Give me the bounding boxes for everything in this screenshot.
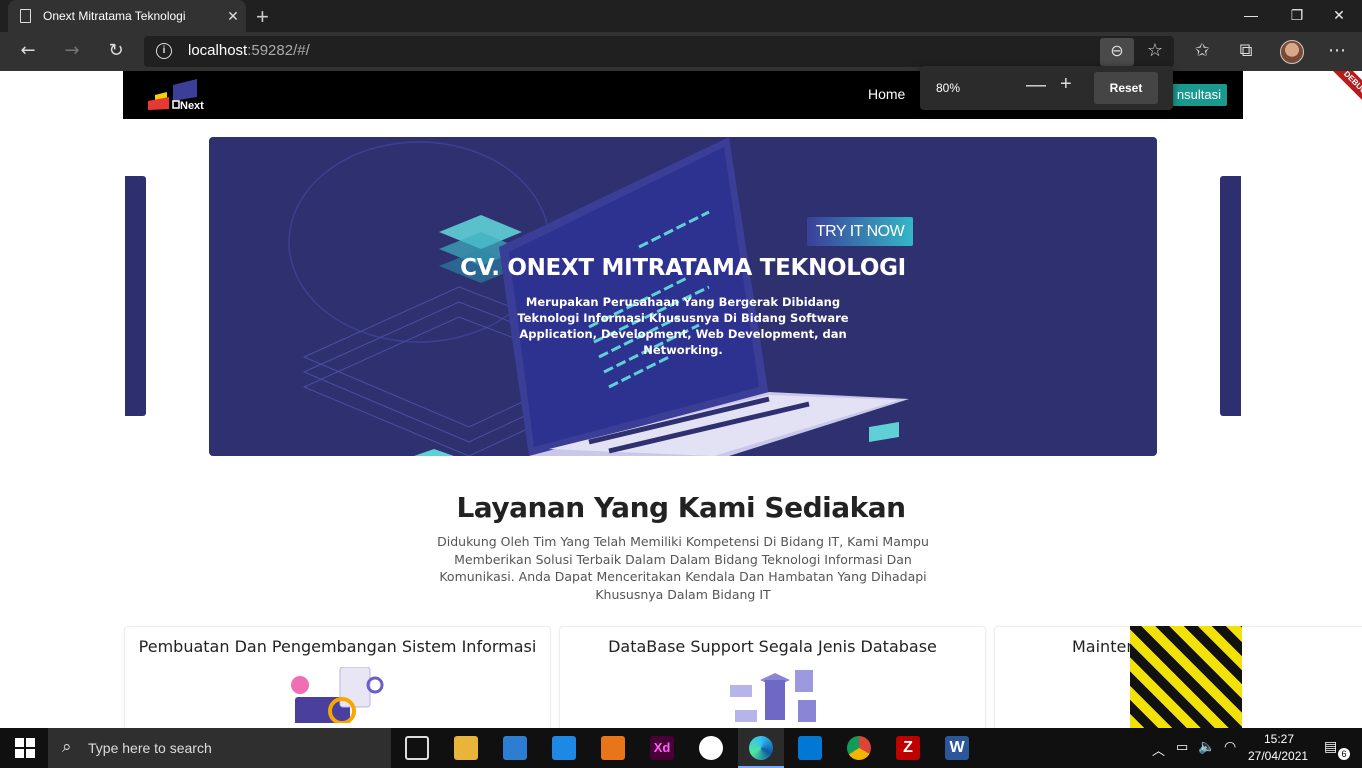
service-card-title: Pembuatan Dan Pengembangan Sistem Inform… bbox=[138, 637, 537, 656]
chrome-icon[interactable] bbox=[847, 736, 871, 760]
carousel-next-slide[interactable] bbox=[1220, 176, 1241, 416]
restore-button[interactable]: ❐ bbox=[1274, 0, 1320, 32]
file-explorer-icon[interactable] bbox=[454, 736, 478, 760]
tab-close-icon[interactable]: ✕ bbox=[220, 8, 246, 25]
nav-home-link[interactable]: Home bbox=[868, 86, 905, 102]
carousel-prev-slide[interactable] bbox=[125, 176, 146, 416]
tab-title: Onext Mitratama Teknologi bbox=[43, 9, 186, 23]
back-button[interactable]: ← bbox=[13, 36, 43, 66]
collections-icon[interactable]: ⧉ bbox=[1231, 36, 1261, 66]
close-window-button[interactable]: ✕ bbox=[1316, 0, 1362, 32]
taskbar: ⌕ Type here to search Xd Z W ︿ ▭ 🔈 ◠ 15:… bbox=[0, 728, 1362, 768]
word-icon[interactable]: W bbox=[945, 736, 969, 760]
new-tab-button[interactable]: + bbox=[256, 4, 269, 30]
add-favorite-icon[interactable]: ☆ bbox=[1140, 36, 1170, 66]
services-description: Didukung Oleh Tim Yang Telah Memiliki Ko… bbox=[437, 534, 929, 602]
address-bar[interactable]: i localhost:59282/#/ bbox=[144, 36, 1174, 67]
xampp-icon[interactable] bbox=[601, 736, 625, 760]
clock-date[interactable]: 27/04/2021 bbox=[1248, 749, 1308, 763]
edge-taskbar-active[interactable] bbox=[738, 728, 784, 768]
adobe-xd-icon[interactable]: Xd bbox=[650, 736, 674, 760]
hero-subtitle: Merupakan Perusahaan Yang Bergerak Dibid… bbox=[517, 295, 849, 357]
hazard-stripe-overlay bbox=[1130, 626, 1242, 728]
web-page: Next Home nsultasi DEBUG TRY IT NOW CV. … bbox=[0, 71, 1362, 728]
service-card-title: DataBase Support Segala Jenis Database bbox=[608, 637, 937, 656]
hero-title: CV. ONEXT MITRATAMA TEKNOLOGI bbox=[460, 255, 906, 281]
url-text: localhost:59282/#/ bbox=[188, 42, 310, 59]
mail-icon[interactable] bbox=[552, 736, 576, 760]
try-it-now-button[interactable]: TRY IT NOW bbox=[807, 217, 913, 246]
zoom-level: 80% bbox=[936, 81, 961, 95]
site-logo[interactable]: Next bbox=[147, 79, 217, 113]
app-icon[interactable] bbox=[699, 736, 723, 760]
favorites-icon[interactable]: ✩ bbox=[1187, 36, 1217, 66]
clock-time[interactable]: 15:27 bbox=[1264, 732, 1294, 746]
minimize-button[interactable]: — bbox=[1228, 0, 1274, 32]
forward-button[interactable]: → bbox=[57, 36, 87, 66]
taskbar-search[interactable]: ⌕ Type here to search bbox=[48, 728, 391, 768]
search-placeholder: Type here to search bbox=[88, 740, 212, 756]
tray-chevron-icon[interactable]: ︿ bbox=[1152, 740, 1165, 759]
browser-tab[interactable]: Onext Mitratama Teknologi ✕ bbox=[8, 0, 246, 32]
edge-icon bbox=[749, 736, 773, 760]
battery-icon[interactable]: ▭ bbox=[1176, 739, 1188, 755]
hero-banner: TRY IT NOW CV. ONEXT MITRATAMA TEKNOLOGI… bbox=[209, 137, 1157, 456]
search-icon: ⌕ bbox=[62, 737, 72, 756]
database-illustration bbox=[730, 670, 816, 722]
notification-count: 6 bbox=[1338, 748, 1350, 760]
system-info-illustration bbox=[291, 667, 384, 723]
services-title: Layanan Yang Kami Sediakan bbox=[456, 491, 906, 524]
volume-icon[interactable]: 🔈 bbox=[1198, 738, 1215, 755]
zoom-reset-button[interactable]: Reset bbox=[1094, 72, 1158, 104]
profile-avatar[interactable] bbox=[1280, 40, 1304, 64]
wifi-icon[interactable]: ◠ bbox=[1224, 738, 1236, 755]
service-card[interactable]: DataBase Support Segala Jenis Database bbox=[559, 626, 986, 728]
service-card[interactable]: Pembuatan Dan Pengembangan Sistem Inform… bbox=[124, 626, 551, 728]
windows-start-icon[interactable] bbox=[15, 738, 35, 758]
browser-titlebar: Onext Mitratama Teknologi ✕ + — ❐ ✕ bbox=[0, 0, 1362, 32]
page-icon bbox=[20, 9, 31, 23]
vscode-icon[interactable] bbox=[798, 736, 822, 760]
more-menu-icon[interactable]: ⋯ bbox=[1322, 36, 1352, 66]
filezilla-icon[interactable]: Z bbox=[896, 736, 920, 760]
zoom-plus-button[interactable]: + bbox=[1060, 73, 1072, 96]
zoom-out-icon[interactable]: ⊖ bbox=[1100, 38, 1134, 66]
notification-icon[interactable]: ▤ bbox=[1324, 738, 1337, 755]
task-view-icon[interactable] bbox=[405, 736, 429, 760]
site-info-icon[interactable]: i bbox=[156, 43, 172, 59]
zoom-minus-button[interactable]: — bbox=[1026, 74, 1046, 97]
debug-ribbon: DEBUG bbox=[1318, 71, 1362, 120]
refresh-button[interactable]: ↻ bbox=[101, 36, 131, 66]
store-icon[interactable] bbox=[503, 736, 527, 760]
zoom-popup: 80% — + Reset bbox=[920, 66, 1173, 110]
logo-text: Next bbox=[180, 100, 204, 112]
